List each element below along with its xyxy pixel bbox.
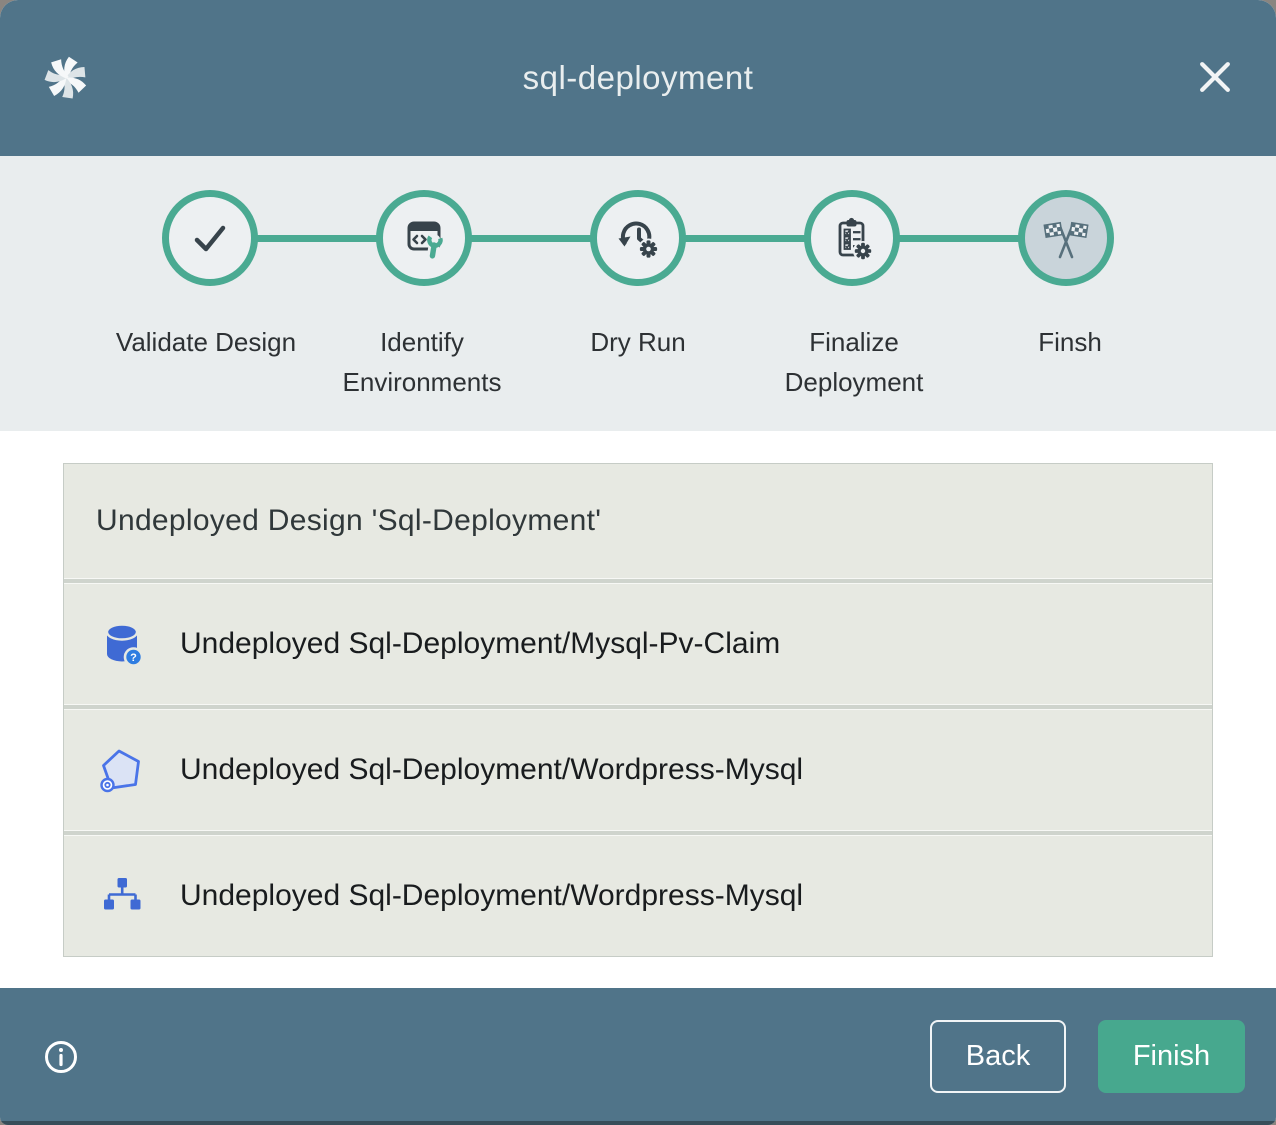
result-row: Undeployed Sql-Deployment/Wordpress-Mysq… bbox=[64, 710, 1212, 830]
finish-button[interactable]: Finish bbox=[1098, 1020, 1245, 1093]
deployment-wizard-dialog: sql-deployment bbox=[0, 0, 1276, 1125]
checkered-flags-icon bbox=[1043, 215, 1089, 261]
stepper-track bbox=[0, 190, 1276, 286]
result-row-text: Undeployed Sql-Deployment/Wordpress-Mysq… bbox=[180, 879, 803, 913]
step-connector bbox=[471, 235, 591, 242]
dialog-header: sql-deployment bbox=[0, 0, 1276, 156]
result-row-text: Undeployed Sql-Deployment/Wordpress-Mysq… bbox=[180, 753, 803, 787]
result-row-text: Undeployed Sql-Deployment/Mysql-Pv-Claim bbox=[180, 627, 780, 661]
step-identify-environments bbox=[376, 190, 472, 286]
code-window-wrench-icon bbox=[401, 215, 447, 261]
close-icon[interactable] bbox=[1194, 56, 1236, 98]
svg-text:?: ? bbox=[130, 652, 137, 664]
step-validate-design bbox=[162, 190, 258, 286]
results-content: Undeployed Design 'Sql-Deployment' ? Und… bbox=[0, 431, 1276, 988]
result-row: Undeployed Sql-Deployment/Wordpress-Mysq… bbox=[64, 836, 1212, 956]
check-icon bbox=[187, 215, 233, 261]
org-chart-icon bbox=[98, 872, 146, 920]
clipboard-checklist-gear-icon bbox=[829, 215, 875, 261]
step-label-identify-environments: Identify Environments bbox=[314, 322, 530, 402]
pentagon-badge-icon bbox=[98, 746, 146, 794]
result-row: ? Undeployed Sql-Deployment/Mysql-Pv-Cla… bbox=[64, 584, 1212, 704]
wizard-stepper: Validate Design Identify Environments Dr… bbox=[0, 156, 1276, 431]
database-question-icon: ? bbox=[98, 620, 146, 668]
stepper-labels: Validate Design Identify Environments Dr… bbox=[0, 322, 1276, 402]
step-label-dry-run: Dry Run bbox=[530, 322, 746, 402]
back-button[interactable]: Back bbox=[930, 1020, 1066, 1093]
step-finalize-deployment bbox=[804, 190, 900, 286]
step-finish bbox=[1018, 190, 1114, 286]
step-label-validate-design: Validate Design bbox=[98, 322, 314, 402]
dialog-footer: Back Finish bbox=[0, 988, 1276, 1125]
step-connector bbox=[257, 235, 377, 242]
step-connector bbox=[685, 235, 805, 242]
step-label-finalize-deployment: Finalize Deployment bbox=[746, 322, 962, 402]
step-connector bbox=[899, 235, 1019, 242]
step-dry-run bbox=[590, 190, 686, 286]
results-header: Undeployed Design 'Sql-Deployment' bbox=[64, 464, 1212, 578]
sync-clock-gear-icon bbox=[615, 215, 661, 261]
step-label-finish: Finsh bbox=[962, 322, 1178, 402]
dialog-title: sql-deployment bbox=[0, 59, 1276, 97]
info-icon[interactable] bbox=[43, 1039, 79, 1075]
results-panel: Undeployed Design 'Sql-Deployment' ? Und… bbox=[63, 463, 1213, 957]
